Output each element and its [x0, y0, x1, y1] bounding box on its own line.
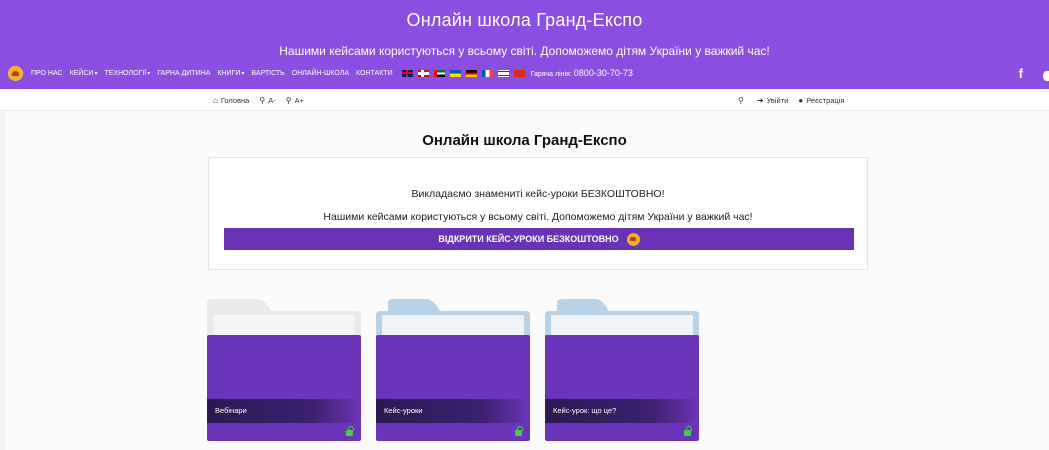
site-title[interactable]: Онлайн школа Гранд-Експо: [0, 10, 1049, 31]
folder-case-lessons[interactable]: Кейс-уроки: [376, 299, 530, 441]
font-decrease-button[interactable]: ⚲ A-: [259, 96, 275, 105]
menu-item-good-child[interactable]: Гарна дитина: [157, 70, 210, 77]
folder-webinars[interactable]: Вебінари: [207, 299, 361, 441]
folder-label-bar: Кейс-уроки: [376, 399, 530, 423]
flag-uk-icon[interactable]: [401, 69, 413, 77]
sign-in-icon: ➜: [756, 96, 764, 105]
flag-norway-icon[interactable]: [417, 69, 429, 77]
user-icon: ●: [798, 96, 804, 105]
menu-item-price[interactable]: Вартість: [251, 70, 284, 77]
flag-uae-icon[interactable]: [433, 69, 445, 77]
hotline[interactable]: Гаряча лінія: 0800-30-70-73: [531, 68, 633, 78]
unlock-icon: [515, 426, 523, 436]
site-header: Онлайн школа Гранд-Експо Нашими кейсами …: [0, 0, 1049, 89]
unlock-icon: [346, 426, 354, 436]
login-link[interactable]: ➜ Увійти: [757, 96, 789, 105]
sub-navigation: ⌂ Головна ⚲ A- ⚲ A+ ⚲ ➜ Увійти ● Реєстрація: [0, 89, 1049, 111]
chevron-down-icon: ▾: [241, 70, 245, 77]
folder-label: Кейс-уроки: [384, 406, 423, 415]
promo-headline: Викладаємо знамениті кейс-уроки БЕЗКОШТО…: [411, 188, 665, 200]
home-icon: ⌂: [213, 96, 218, 105]
menu-item-technologies[interactable]: Технології▾: [104, 70, 150, 77]
flag-ukraine-icon[interactable]: [449, 69, 461, 77]
social-icon[interactable]: [1043, 71, 1049, 81]
flag-china-icon[interactable]: [513, 69, 525, 77]
font-increase-button[interactable]: ⚲ A+: [286, 96, 304, 105]
main-menu: Про нас Кейси▾ Технології▾ Гарна дитина …: [8, 64, 1049, 82]
page-title: Онлайн школа Гранд-Експо: [422, 132, 627, 149]
logo-icon[interactable]: [8, 65, 23, 81]
menu-item-online-school[interactable]: Онлайн-школа: [292, 70, 349, 77]
folder-label-bar: Вебінари: [207, 399, 361, 423]
folder-label: Кейс-урок: що це?: [553, 406, 617, 415]
open-case-lessons-button[interactable]: ВІДКРИТИ КЕЙС-УРОКИ БЕЗКОШТОВНО: [224, 228, 854, 250]
search-icon: ⚲: [285, 96, 292, 105]
folder-what-is-case-lesson[interactable]: Кейс-урок: що це?: [545, 299, 699, 441]
folder-body: Кейс-урок: що це?: [545, 335, 699, 441]
search-icon[interactable]: ⚲: [738, 96, 744, 105]
folder-body: Вебінари: [207, 335, 361, 441]
menu-item-contacts[interactable]: Контакти: [356, 70, 393, 77]
language-flags: [401, 69, 525, 77]
promo-subtext: Нашими кейсами користуються у всьому сві…: [323, 211, 753, 223]
unlock-icon: [684, 426, 692, 436]
menu-item-about[interactable]: Про нас: [31, 70, 63, 77]
facebook-icon[interactable]: f: [1019, 66, 1023, 81]
chevron-down-icon: ▾: [147, 70, 151, 77]
register-link[interactable]: ● Реєстрація: [798, 96, 844, 105]
flag-france-icon[interactable]: [481, 69, 493, 77]
folder-body: Кейс-уроки: [376, 335, 530, 441]
folder-label: Вебінари: [215, 406, 247, 415]
folder-label-bar: Кейс-урок: що це?: [545, 399, 699, 423]
search-icon: ⚲: [259, 96, 266, 105]
menu-item-books[interactable]: Книги▾: [217, 70, 244, 77]
promo-card: Викладаємо знамениті кейс-уроки БЕЗКОШТО…: [208, 157, 868, 270]
site-tagline: Нашими кейсами користуються у всьому сві…: [279, 44, 770, 58]
home-link[interactable]: ⌂ Головна: [213, 96, 249, 105]
chevron-down-icon: ▾: [94, 70, 98, 77]
menu-item-cases[interactable]: Кейси▾: [70, 70, 98, 77]
flag-israel-icon[interactable]: [497, 69, 509, 77]
flag-germany-icon[interactable]: [465, 69, 477, 77]
logo-icon: [626, 232, 640, 246]
